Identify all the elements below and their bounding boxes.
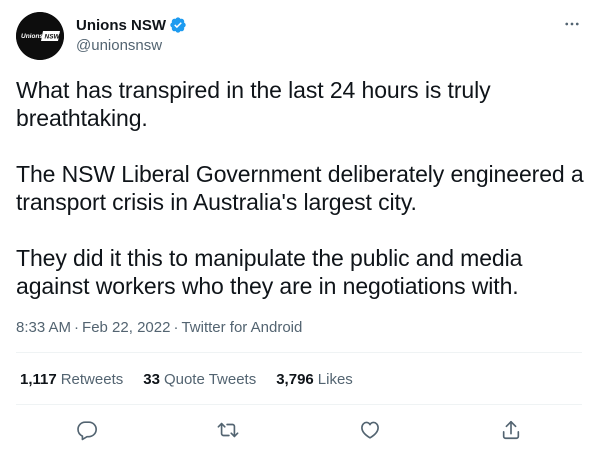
more-menu-button[interactable] xyxy=(560,12,584,36)
share-icon xyxy=(502,420,520,440)
heart-icon xyxy=(361,421,379,439)
tweet-paragraph: What has transpired in the last 24 hours… xyxy=(16,77,491,131)
author-block: Unions NSW @unionsnsw xyxy=(76,14,187,54)
retweets-label: Retweets xyxy=(60,370,124,388)
meta-separator: · xyxy=(173,319,179,336)
quote-tweets-label: Quote Tweets xyxy=(163,370,257,388)
retweets-count: 1,117 xyxy=(20,370,57,388)
likes-count: 3,796 xyxy=(276,370,314,388)
like-button[interactable] xyxy=(356,416,384,444)
likes-stat[interactable]: 3,796 Likes xyxy=(276,371,353,388)
tweet-paragraph: They did it this to manipulate the publi… xyxy=(16,245,523,299)
tweet-paragraph: The NSW Liberal Government deliberately … xyxy=(16,161,584,215)
meta-separator: · xyxy=(74,319,80,336)
tweet-meta: 8:33 AM · Feb 22, 2022 · Twitter for Android xyxy=(16,318,302,338)
likes-label: Likes xyxy=(317,370,353,388)
action-bar xyxy=(0,416,598,444)
retweet-icon xyxy=(217,422,239,438)
unions-nsw-logo: Unions NSW xyxy=(16,12,64,60)
retweet-button[interactable] xyxy=(214,416,242,444)
divider xyxy=(16,404,582,405)
divider xyxy=(16,352,582,353)
svg-text:Unions: Unions xyxy=(21,33,43,40)
name-row: Unions NSW xyxy=(76,14,187,36)
tweet-text: What has transpired in the last 24 hours… xyxy=(16,76,586,300)
more-horizontal-icon xyxy=(565,22,579,26)
quote-tweets-count: 33 xyxy=(143,370,160,388)
share-button[interactable] xyxy=(497,416,525,444)
tweet-source[interactable]: Twitter for Android xyxy=(181,319,302,336)
tweet-date[interactable]: Feb 22, 2022 xyxy=(82,319,170,336)
display-name[interactable]: Unions NSW xyxy=(76,17,166,34)
svg-text:NSW: NSW xyxy=(45,34,61,41)
tweet-card: Unions NSW Unions NSW @unionsnsw What ha… xyxy=(0,0,598,454)
tweet-stats: 1,117 Retweets 33 Quote Tweets 3,796 Likes xyxy=(20,368,373,390)
tweet-time[interactable]: 8:33 AM xyxy=(16,319,71,336)
reply-button[interactable] xyxy=(73,416,101,444)
quote-tweets-stat[interactable]: 33 Quote Tweets xyxy=(143,371,256,388)
handle[interactable]: @unionsnsw xyxy=(76,37,187,54)
retweets-stat[interactable]: 1,117 Retweets xyxy=(20,371,123,388)
reply-icon xyxy=(77,421,97,441)
verified-badge-icon xyxy=(169,16,187,34)
avatar[interactable]: Unions NSW xyxy=(16,12,64,60)
